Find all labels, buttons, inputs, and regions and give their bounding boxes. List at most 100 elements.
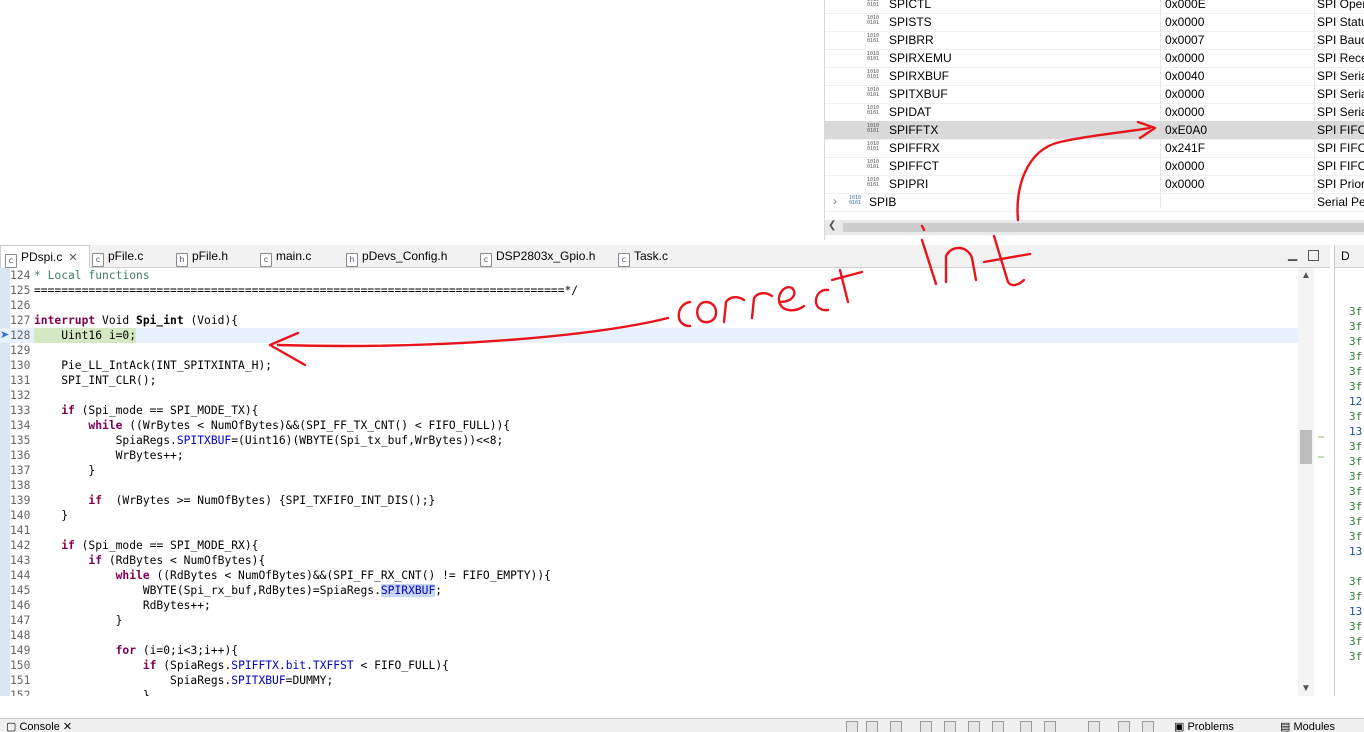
code-line[interactable]: 124 * Local functions [0,268,1300,283]
code-text[interactable]: SpiaRegs.SPITXBUF=(Uint16)(WBYTE(Spi_tx_… [34,433,504,448]
line-number[interactable]: 146 [10,598,32,613]
register-row[interactable]: 1010 0101 SPIFFTX 0xE0A0 SPI FIFO T [825,121,1364,140]
register-value[interactable]: 0x0040 [1165,69,1204,83]
overview-ruler-mark[interactable] [1318,436,1324,438]
editor-vertical-scrollbar[interactable]: ▲ ▼ [1298,268,1314,696]
line-number[interactable]: 125 [10,283,32,298]
toolbar-button[interactable] [920,721,932,732]
editor-tab[interactable]: c pFile.c [88,245,172,267]
line-number[interactable]: 152 [10,688,32,696]
disassembly-line[interactable]: 3f [1349,590,1362,603]
editor-tab[interactable]: h pFile.h [172,245,256,267]
line-number[interactable]: 128 [10,328,32,343]
code-line[interactable]: 140 } [0,508,1300,523]
disassembly-line[interactable]: 3f [1349,650,1362,663]
code-text[interactable]: for (i=0;i<3;i++){ [34,643,238,658]
disassembly-line[interactable]: 3f [1349,440,1362,453]
line-number[interactable]: 144 [10,568,32,583]
code-text[interactable]: WrBytes++; [34,448,184,463]
line-number[interactable]: 130 [10,358,32,373]
register-value[interactable]: 0xE0A0 [1165,123,1207,137]
line-number[interactable]: 135 [10,433,32,448]
line-number[interactable]: 138 [10,478,32,493]
register-row[interactable]: 1010 0101 SPIFFCT 0x0000 SPI FIFO C [825,157,1364,176]
line-number[interactable]: 143 [10,553,32,568]
code-line[interactable]: 135 SpiaRegs.SPITXBUF=(Uint16)(WBYTE(Spi… [0,433,1300,448]
editor-tab[interactable]: h pDevs_Config.h [342,245,476,267]
disassembly-line[interactable]: 3f [1349,335,1362,348]
disassembly-line[interactable]: 3f [1349,410,1362,423]
disassembly-line[interactable]: 3f [1349,575,1362,588]
toolbar-button[interactable] [1044,721,1056,732]
code-line[interactable]: 150 if (SpiaRegs.SPIFFTX.bit.TXFFST < FI… [0,658,1300,673]
code-text[interactable]: } [34,463,95,478]
register-value[interactable]: 0x0000 [1165,177,1204,191]
code-line[interactable]: 136 WrBytes++; [0,448,1300,463]
code-line[interactable]: 151 SpiaRegs.SPITXBUF=DUMMY; [0,673,1300,688]
code-line[interactable]: 133 if (Spi_mode == SPI_MODE_TX){ [0,403,1300,418]
disassembly-line[interactable]: 3f [1349,530,1362,543]
code-text[interactable]: Uint16 i=0; [34,328,137,343]
line-number[interactable]: 124 [10,268,32,283]
code-line[interactable]: 148 [0,628,1300,643]
register-value[interactable]: 0x241F [1165,141,1205,155]
code-line[interactable]: 143 if (RdBytes < NumOfBytes){ [0,553,1300,568]
code-line[interactable]: 149 for (i=0;i<3;i++){ [0,643,1300,658]
editor-tab[interactable]: c main.c [256,245,342,267]
code-line[interactable]: 134 while ((WrBytes < NumOfBytes)&&(SPI_… [0,418,1300,433]
line-number[interactable]: 149 [10,643,32,658]
disassembly-line[interactable]: 3f [1349,515,1362,528]
disassembly-line[interactable]: 3f [1349,635,1362,648]
registers-horizontal-scrollbar[interactable]: ❮ [825,220,1364,235]
code-line[interactable]: 131 SPI_INT_CLR(); [0,373,1300,388]
register-row[interactable]: 1010 0101 SPIDAT 0x0000 SPI Serial [825,103,1364,122]
register-value[interactable]: 0x0000 [1165,51,1204,65]
disassembly-line[interactable]: 12 [1349,395,1362,408]
line-number[interactable]: 145 [10,583,32,598]
code-text[interactable]: SPI_INT_CLR(); [34,373,156,388]
code-text[interactable]: WBYTE(Spi_rx_buf,RdBytes)=SpiaRegs.SPIRX… [34,583,442,598]
line-number[interactable]: 132 [10,388,32,403]
line-number[interactable]: 147 [10,613,32,628]
problems-tab[interactable]: ▣ Problems [1174,720,1234,732]
code-text[interactable]: } [34,508,68,523]
close-icon[interactable]: ✕ [68,252,77,264]
code-line[interactable]: 128 Uint16 i=0; [0,328,1300,343]
scrollbar-thumb[interactable] [1300,430,1312,464]
code-line[interactable]: 144 while ((RdBytes < NumOfBytes)&&(SPI_… [0,568,1300,583]
scroll-up-icon[interactable]: ▲ [1301,270,1311,281]
toolbar-button[interactable] [890,721,902,732]
code-text[interactable]: * Local functions [34,268,150,283]
code-line[interactable]: 132 [0,388,1300,403]
toolbar-button[interactable] [866,721,878,732]
disassembly-line[interactable]: 3f [1349,485,1362,498]
register-row[interactable]: 1010 0101 SPIFFRX 0x241F SPI FIFO R [825,139,1364,158]
code-text[interactable]: Pie_LL_IntAck(INT_SPITXINTA_H); [34,358,272,373]
disassembly-line[interactable]: 3f [1349,470,1362,483]
code-text[interactable]: } [34,613,123,628]
maximize-icon[interactable] [1308,250,1319,261]
scrollbar-thumb[interactable] [843,223,1364,232]
toolbar-button[interactable] [1088,721,1100,732]
code-line[interactable]: 138 [0,478,1300,493]
code-text[interactable]: if (Spi_mode == SPI_MODE_TX){ [34,403,258,418]
code-text[interactable]: ========================================… [34,283,578,298]
line-number[interactable]: 151 [10,673,32,688]
line-number[interactable]: 136 [10,448,32,463]
register-value[interactable]: 0x000E [1165,0,1206,11]
code-line[interactable]: 152 } [0,688,1300,696]
line-number[interactable]: 150 [10,658,32,673]
line-number[interactable]: 129 [10,343,32,358]
editor-tab[interactable]: c PDspi.c ✕ [0,245,90,268]
overview-ruler-mark[interactable] [1318,456,1324,458]
chevron-right-icon[interactable]: › [833,194,837,208]
register-row[interactable]: 1010 0101 SPISTS 0x0000 SPI Status [825,13,1364,32]
code-line[interactable]: 126 [0,298,1300,313]
toolbar-button[interactable] [1118,721,1130,732]
code-text[interactable]: if (SpiaRegs.SPIFFTX.bit.TXFFST < FIFO_F… [34,658,449,673]
disassembly-line[interactable]: 3f [1349,305,1362,318]
register-row[interactable]: 1010 0101 SPICTL 0x000E SPI Opera [825,0,1364,14]
line-number[interactable]: 140 [10,508,32,523]
code-line[interactable]: 127 interrupt Void Spi_int (Void){ [0,313,1300,328]
code-text[interactable]: SpiaRegs.SPITXBUF=DUMMY; [34,673,333,688]
